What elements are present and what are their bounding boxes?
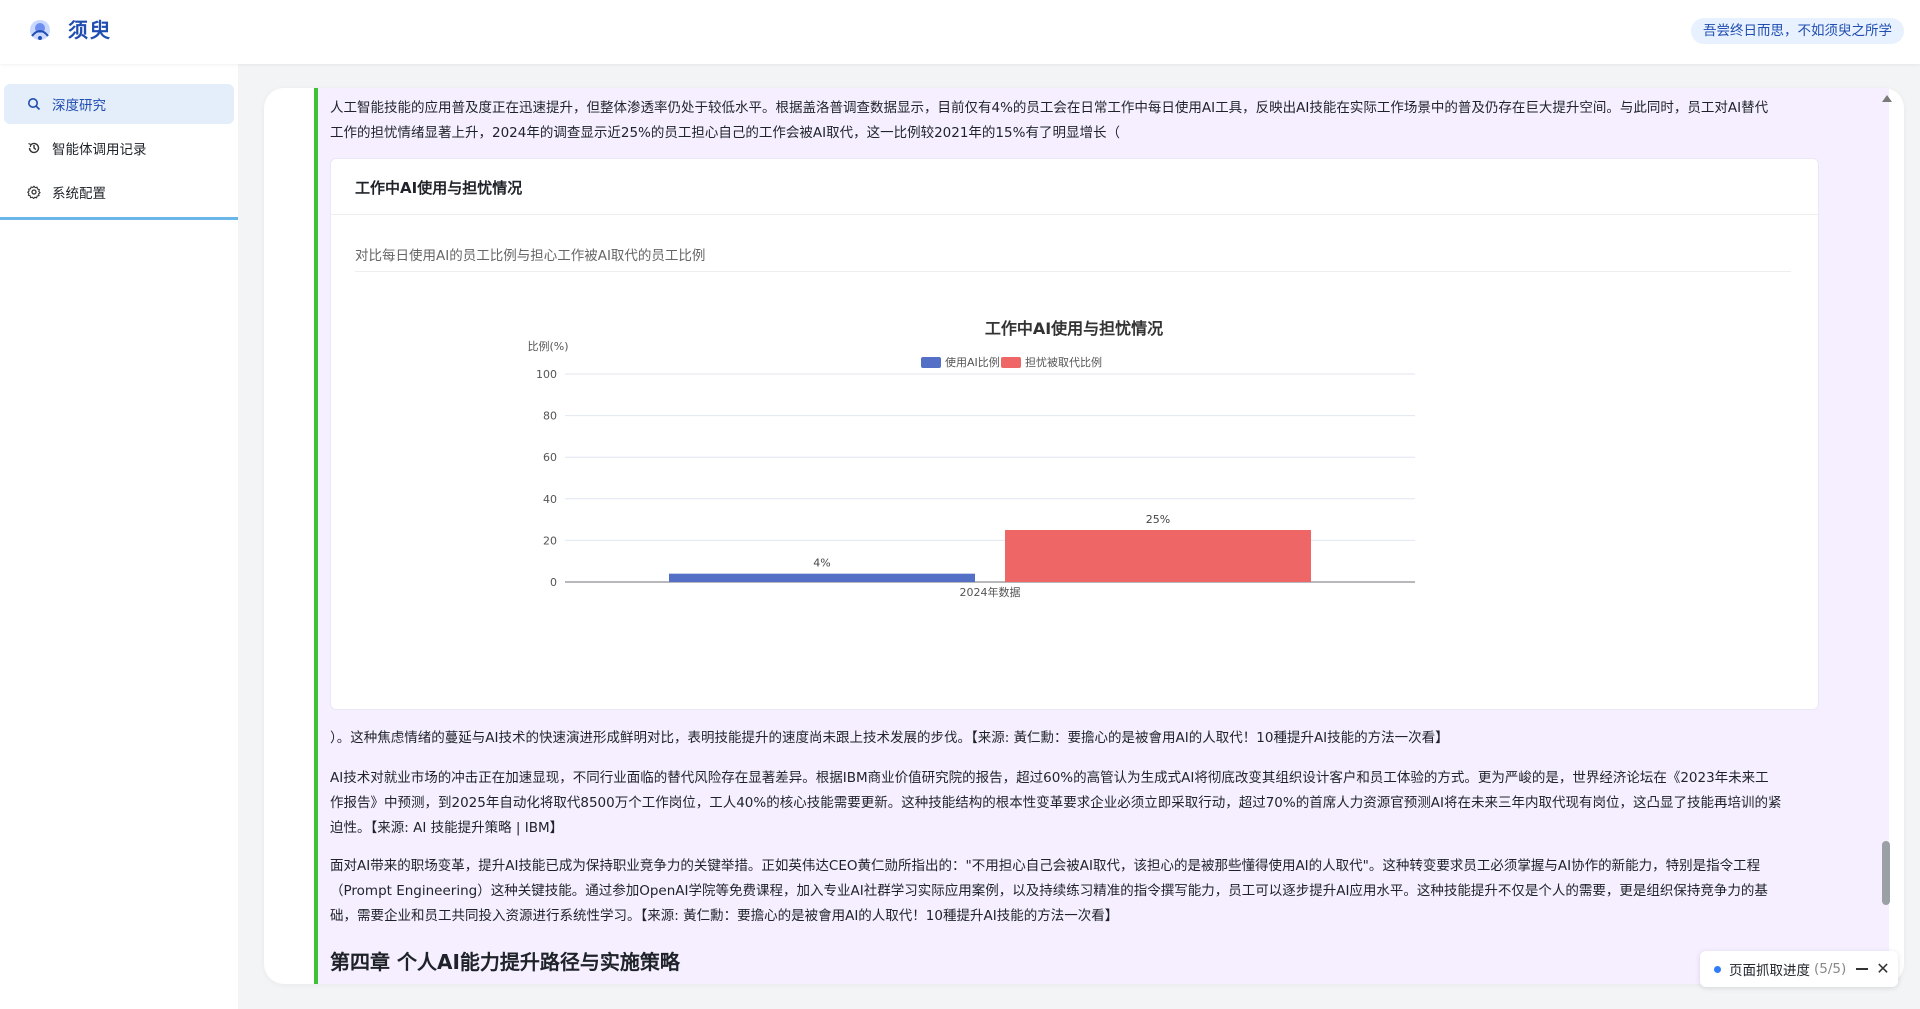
data-label: 4% [813, 557, 830, 570]
data-label: 25% [1146, 513, 1170, 526]
divider [355, 271, 1791, 272]
paragraph-line: AI技术对就业市场的冲击正在加速显现，不同行业面临的替代风险存在显著差异。根据I… [330, 770, 1769, 786]
chart-card-description: 对比每日使用AI的员工比例与担心工作被AI取代的员工比例 [355, 248, 706, 264]
minimize-icon[interactable] [1856, 968, 1869, 970]
sidebar-item-settings[interactable]: 系统配置 [4, 172, 234, 212]
sidebar: 深度研究 智能体调用记录 系统配置 [0, 64, 238, 1009]
sidebar-divider [0, 217, 238, 220]
paragraph-4: 面对AI带来的职场变革，提升AI技能已成为保持职业竞争力的关键举措。正如英伟达C… [330, 854, 1885, 929]
paragraph-line: 迫性。【来源: AI 技能提升策略 | IBM】 [330, 820, 564, 836]
paragraph-line: （Prompt Engineering）这种关键技能。通过参加OpenAI学院等… [330, 883, 1768, 899]
paragraph-2: ）。这种焦虑情绪的蔓延与AI技术的快速演进形成鲜明对比，表明技能提升的速度尚未跟… [330, 726, 1885, 751]
progress-label: 页面抓取进度 [1729, 963, 1810, 979]
legend-label[interactable]: 担忧被取代比例 [1025, 355, 1102, 369]
x-tick-label: 2024年数据 [960, 585, 1021, 599]
y-tick-label: 0 [550, 576, 557, 589]
paragraph-3: AI技术对就业市场的冲击正在加速显现，不同行业面临的替代风险存在显著差异。根据I… [330, 766, 1885, 841]
scroll-up-arrow-icon[interactable] [1880, 92, 1894, 104]
x-axis-labels: 2024年数据 [960, 585, 1021, 599]
y-tick-label: 60 [543, 451, 557, 464]
paragraph-line: 人工智能技能的应用普及度正在迅速提升，但整体渗透率仍处于较低水平。根据盖洛普调查… [330, 100, 1769, 116]
sidebar-item-label: 系统配置 [52, 186, 106, 202]
legend-label[interactable]: 使用AI比例 [945, 355, 1000, 369]
paragraph-line: 础，需要企业和员工共同投入资源进行系统性学习。【来源: 黃仁勳：要擔心的是被會用… [330, 908, 1119, 924]
chart-card-header: 工作中AI使用与担忧情况 [331, 159, 1818, 215]
legend-swatch[interactable] [1001, 357, 1021, 368]
paragraph-line: 面对AI带来的职场变革，提升AI技能已成为保持职业竞争力的关键举措。正如英伟达C… [330, 858, 1761, 874]
gear-icon [26, 184, 42, 200]
chart-title: 工作中AI使用与担忧情况 [985, 319, 1163, 338]
logo-icon [30, 20, 50, 40]
chart-card: 工作中AI使用与担忧情况 对比每日使用AI的员工比例与担心工作被AI取代的员工比… [330, 158, 1819, 710]
bar[interactable] [1005, 530, 1311, 582]
y-axis-label: 比例(%) [527, 339, 568, 353]
bar-chart: 工作中AI使用与担忧情况 比例(%) 使用AI比例 担忧被取代比例 0 20 40 60… [527, 319, 1415, 599]
sidebar-item-label: 智能体调用记录 [52, 142, 147, 158]
top-bar: 须臾 吾尝终日而思，不如须臾之所学 [0, 0, 1920, 64]
brand-name[interactable]: 须臾 [68, 14, 112, 43]
close-icon[interactable]: ✕ [1876, 961, 1889, 977]
y-tick-label: 100 [536, 368, 557, 381]
y-tick-label: 80 [543, 410, 557, 423]
paragraph-line: 作报告》中预测，到2025年自动化将取代8500万个工作岗位，工人40%的核心技… [330, 795, 1782, 811]
report-card: 人工智能技能的应用普及度正在迅速提升，但整体渗透率仍处于较低水平。根据盖洛普调查… [264, 88, 1904, 984]
history-icon [26, 140, 42, 156]
chart-card-title: 工作中AI使用与担忧情况 [355, 179, 523, 197]
status-dot [1714, 965, 1721, 973]
legend-swatch[interactable] [921, 357, 941, 368]
search-icon [26, 96, 42, 112]
progress-count: (5/5) [1814, 961, 1847, 977]
y-tick-label: 40 [543, 493, 557, 506]
chapter-heading: 第四章 个人AI能力提升路径与实施策略 [330, 950, 680, 974]
section-accent-bar [314, 88, 318, 984]
sidebar-item-deep-research[interactable]: 深度研究 [4, 84, 234, 124]
chart-bars: 4% 25% [669, 513, 1311, 582]
crawl-progress-widget: 页面抓取进度 (5/5) ✕ [1700, 951, 1898, 987]
paragraph-1: 人工智能技能的应用普及度正在迅速提升，但整体渗透率仍处于较低水平。根据盖洛普调查… [330, 96, 1885, 146]
motto-badge: 吾尝终日而思，不如须臾之所学 [1691, 18, 1904, 44]
scrollbar-thumb[interactable] [1882, 841, 1890, 905]
bar[interactable] [669, 573, 975, 582]
y-tick-label: 20 [543, 534, 557, 547]
paragraph-line: 工作的担忧情绪显著上升，2024年的调查显示近25%的员工担心自己的工作会被AI… [330, 125, 1120, 141]
chart-legend[interactable]: 使用AI比例 担忧被取代比例 [921, 355, 1102, 369]
sidebar-item-agent-log[interactable]: 智能体调用记录 [4, 128, 234, 168]
paragraph-line: ）。这种焦虑情绪的蔓延与AI技术的快速演进形成鲜明对比，表明技能提升的速度尚未跟… [330, 730, 1449, 746]
sidebar-item-label: 深度研究 [52, 98, 106, 114]
